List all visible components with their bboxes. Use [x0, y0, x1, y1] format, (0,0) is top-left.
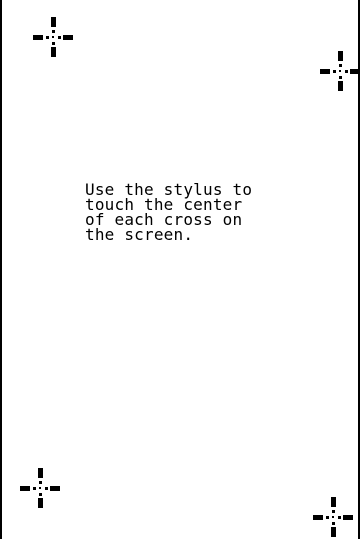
calibration-instructions: Use the stylus to touch the center of ea…: [85, 182, 335, 244]
screen-left-border: [0, 0, 2, 539]
crosshair-top-right-icon[interactable]: [320, 51, 360, 91]
crosshair-bottom-right-icon[interactable]: [313, 497, 353, 537]
crosshair-icon: [20, 468, 60, 508]
instruction-line: the screen.: [85, 225, 194, 244]
crosshair-top-left-icon[interactable]: [33, 17, 73, 57]
crosshair-icon: [320, 51, 360, 91]
crosshair-bottom-left-icon[interactable]: [20, 468, 60, 508]
crosshair-icon: [33, 17, 73, 57]
calibration-screen[interactable]: Use the stylus to touch the center of ea…: [0, 0, 360, 539]
crosshair-icon: [313, 497, 353, 537]
